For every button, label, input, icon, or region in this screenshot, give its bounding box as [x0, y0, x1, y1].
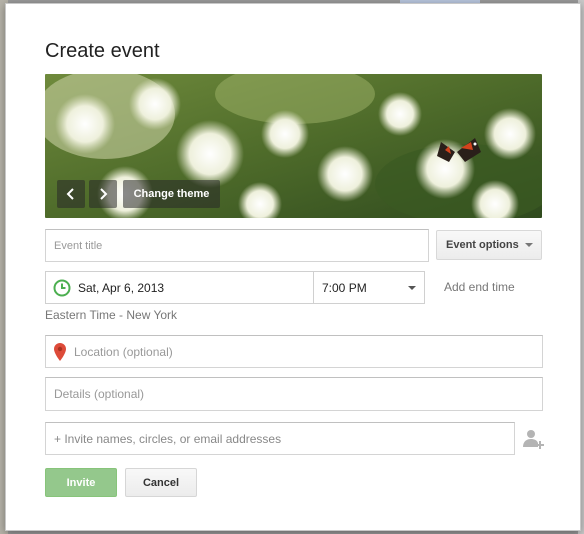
location-input[interactable]: Location (optional): [45, 335, 543, 368]
details-input[interactable]: Details (optional): [45, 377, 543, 411]
add-end-time-link[interactable]: Add end time: [444, 280, 515, 294]
time-value: 7:00 PM: [322, 280, 367, 295]
chevron-down-icon: [408, 286, 416, 290]
date-value: Sat, Apr 6, 2013: [78, 280, 165, 295]
clock-icon: [53, 279, 71, 296]
event-options-button[interactable]: Event options: [436, 230, 542, 260]
create-event-dialog: Create event Change theme Event title Ev…: [5, 3, 581, 531]
dialog-title: Create event: [45, 40, 160, 62]
chevron-left-icon: [66, 188, 74, 200]
details-placeholder: Details (optional): [54, 387, 145, 401]
time-select[interactable]: 7:00 PM: [313, 271, 425, 304]
event-options-label: Event options: [446, 239, 519, 251]
chevron-down-icon: [524, 243, 533, 247]
add-person-button[interactable]: [521, 427, 545, 451]
change-theme-button[interactable]: Change theme: [123, 180, 220, 208]
event-title-placeholder: Event title: [54, 239, 103, 252]
invite-placeholder: + Invite names, circles, or email addres…: [54, 431, 282, 446]
theme-image: [45, 74, 542, 218]
add-person-icon: [523, 430, 544, 449]
invite-button[interactable]: Invite: [45, 468, 117, 497]
location-pin-icon: [54, 342, 66, 361]
chevron-right-icon: [100, 188, 108, 200]
event-title-input[interactable]: Event title: [45, 229, 429, 262]
date-field[interactable]: Sat, Apr 6, 2013: [45, 271, 314, 304]
theme-banner: Change theme: [45, 74, 542, 218]
cancel-button[interactable]: Cancel: [125, 468, 197, 497]
invite-input[interactable]: + Invite names, circles, or email addres…: [45, 422, 515, 455]
timezone-link[interactable]: Eastern Time - New York: [45, 308, 177, 322]
next-theme-button[interactable]: [89, 180, 117, 208]
location-placeholder: Location (optional): [74, 344, 173, 359]
prev-theme-button[interactable]: [57, 180, 85, 208]
